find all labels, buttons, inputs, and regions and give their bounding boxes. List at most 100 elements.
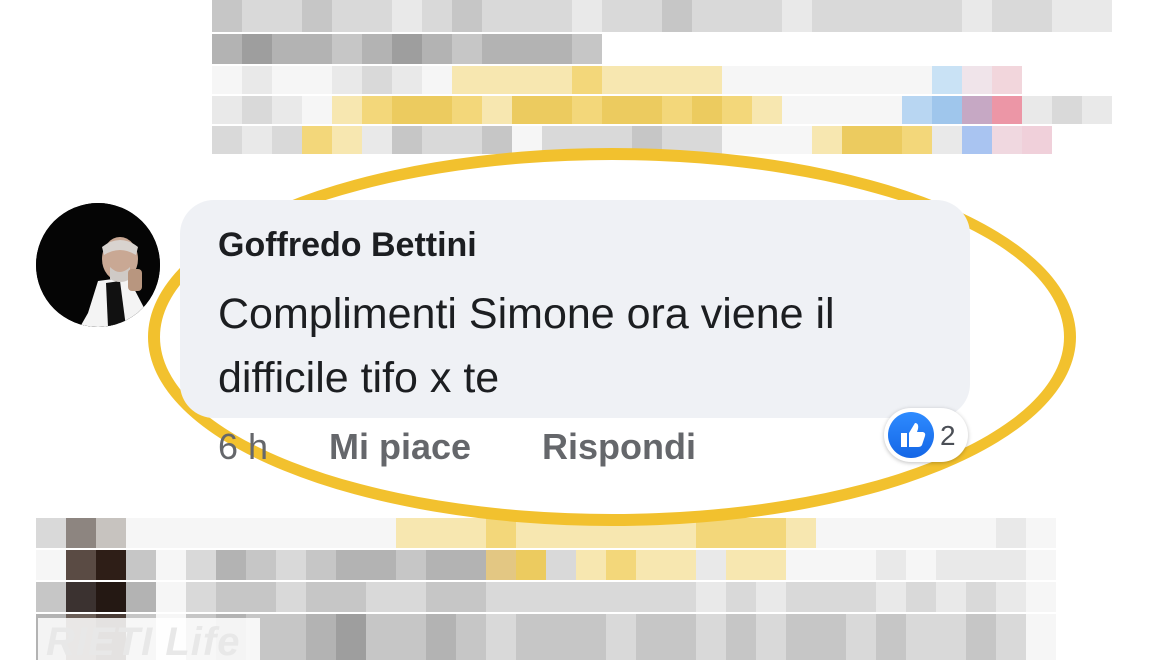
pixel-tile [1026,614,1056,660]
pixel-tile [186,518,216,548]
pixel-tile [842,66,872,94]
pixel-tile [812,126,842,154]
pixel-tile [242,66,272,94]
pixel-tile [186,550,216,580]
pixel-tile [602,66,632,94]
pixel-tile [572,0,602,32]
pixel-tile [996,518,1026,548]
pixel-tile [932,126,962,154]
pixel-tile [782,66,812,94]
pixel-tile [722,96,752,124]
pixel-tile [546,550,576,580]
pixel-tile [396,614,426,660]
pixel-tile [966,550,996,580]
pixel-tile [726,518,756,548]
pixel-tile [362,34,392,64]
pixel-tile [756,550,786,580]
pixel-tile [126,582,156,612]
pixel-tile [992,126,1022,154]
pixel-tile [392,66,422,94]
pixel-tile [722,0,752,32]
pixel-tile [816,614,846,660]
pixel-tile [426,582,456,612]
pixel-tile [516,550,546,580]
pixel-tile [332,126,362,154]
pixel-tile [696,582,726,612]
pixel-tile [786,518,816,548]
pixel-tile [426,518,456,548]
pixel-tile [1022,0,1052,32]
pixel-tile [576,614,606,660]
pixel-tile [66,582,96,612]
pixel-tile [332,34,362,64]
pixel-tile [96,582,126,612]
pixel-tile [692,96,722,124]
pixel-tile [872,126,902,154]
pixel-tile [392,34,422,64]
pixel-tile [332,0,362,32]
pixel-tile [782,126,812,154]
pixel-tile [126,518,156,548]
pixel-tile [602,96,632,124]
pixel-tile [272,34,302,64]
pixel-tile [902,66,932,94]
pixel-tile [756,614,786,660]
pixel-tile [542,0,572,32]
pixel-tile [212,66,242,94]
pixel-tile [812,66,842,94]
pixel-tile [932,96,962,124]
pixel-tile [966,614,996,660]
comment-timestamp[interactable]: 6 h [218,426,268,468]
pixel-tile [396,582,426,612]
pixel-tile [876,614,906,660]
pixel-tile [272,0,302,32]
pixel-tile [542,34,572,64]
pixel-tile [966,582,996,612]
pixel-tile [606,550,636,580]
pixel-tile [1026,550,1056,580]
reaction-badge[interactable]: 2 [884,408,968,462]
comment-author[interactable]: Goffredo Bettini [218,226,477,265]
pixel-tile [962,126,992,154]
pixel-tile [276,550,306,580]
watermark-logo: RIETI Life [38,618,260,660]
pixel-tile [546,614,576,660]
pixel-tile [722,66,752,94]
pixel-tile [212,126,242,154]
pixel-tile [636,550,666,580]
pixel-tile [846,582,876,612]
like-button[interactable]: Mi piace [329,426,471,468]
reply-button[interactable]: Rispondi [542,426,696,468]
pixel-tile [366,518,396,548]
pixel-tile [1082,96,1112,124]
pixel-tile [872,0,902,32]
pixel-tile [456,550,486,580]
pixel-tile [396,518,426,548]
pixel-tile [246,518,276,548]
pixel-tile [276,582,306,612]
pixel-tile [486,550,516,580]
thumbs-up-icon [888,412,934,458]
pixel-tile [516,582,546,612]
pixel-tile [156,518,186,548]
pixel-tile [996,614,1026,660]
pixel-tile [996,550,1026,580]
pixel-tile [692,0,722,32]
pixel-tile [662,0,692,32]
pixel-tile [812,96,842,124]
pixel-tile [962,0,992,32]
pixel-tile [126,550,156,580]
pixel-tile [1052,96,1082,124]
pixel-tile [512,0,542,32]
avatar[interactable] [36,203,160,327]
pixel-tile [336,614,366,660]
pixel-tile [216,518,246,548]
pixel-tile [302,66,332,94]
pixel-tile [876,518,906,548]
pixel-tile [482,34,512,64]
pixel-tile [936,582,966,612]
pixel-tile [902,96,932,124]
pixel-tile [392,126,422,154]
pixel-tile [456,614,486,660]
pixel-tile [422,34,452,64]
